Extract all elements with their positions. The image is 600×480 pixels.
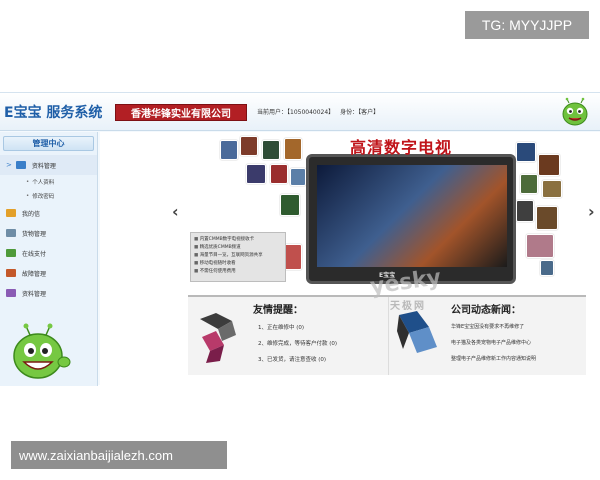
sidebar-item-profile[interactable]: > 资料管理 — [0, 155, 97, 175]
carousel-next-button[interactable]: › — [588, 202, 595, 221]
wrench-icon — [6, 269, 16, 277]
notice-item[interactable]: 2、维修完成，等待客户付款 (0) — [258, 339, 337, 347]
box-icon — [6, 229, 16, 237]
company-name-badge: 香港华锋实业有限公司 — [115, 104, 247, 121]
sidebar-item-label: 货物管理 — [22, 230, 47, 238]
sidebar-item-messages[interactable]: 我的信 — [0, 203, 97, 223]
banner-thumbnail — [540, 260, 554, 276]
sidebar-item-faults[interactable]: 故障管理 — [0, 263, 97, 283]
feature-list: 内置CMMB数字电视接收卡 精选优质CMMB频道 海量节目一览，互联网资源共享 … — [190, 232, 286, 282]
sidebar-item-payment[interactable]: 在线支付 — [0, 243, 97, 263]
news-title: 公司动态新闻： — [451, 305, 521, 316]
top-watermark: TG: MYYJJPP — [465, 11, 589, 39]
banner-thumbnail — [520, 174, 538, 194]
sidebar-item-documents[interactable]: 资料管理 — [0, 283, 97, 303]
sidebar-item-label: 资料管理 — [31, 162, 56, 170]
brand-title: E宝宝 服务系统 — [4, 105, 103, 121]
banner-title: 高清数字电视 — [350, 138, 453, 157]
banner-thumbnail — [220, 140, 238, 160]
folder-icon — [15, 161, 26, 169]
site-watermark-sub: 天极网 — [390, 301, 426, 312]
sidebar: 管理中心 > 资料管理 个人资料 修改密码 我的信 货物管理 在线支付 — [0, 132, 98, 386]
main-content: ‹ › E宝宝 高清数字电视 ■ 内置CMMB数字电视接收卡 ■ 精选优质CMM… — [100, 132, 600, 386]
doc-icon — [6, 289, 16, 297]
carousel-prev-button[interactable]: ‹ — [172, 202, 179, 221]
tv-device-image: E宝宝 — [306, 154, 516, 284]
feature-item: 内置CMMB数字电视接收卡 — [194, 236, 282, 244]
notice-panel: 友情提醒： 1、正在维修中 (0) 2、维修完成，等待客户付款 (0) 3、已发… — [188, 297, 388, 375]
news-item[interactable]: 电子猫及各类宠物电子产品维修中心 — [451, 339, 581, 346]
feature-item: 精选优质CMMB频道 — [194, 244, 282, 252]
banner-thumbnail — [280, 194, 300, 216]
sidebar-item-label: 资料管理 — [22, 290, 47, 298]
banner-thumbnail — [516, 200, 534, 222]
banner-thumbnail — [542, 180, 562, 198]
news-item[interactable]: 华锋E宝宝因没有要求不再维修了 — [451, 323, 581, 330]
banner-thumbnail — [526, 234, 554, 258]
notice-title: 友情提醒： — [253, 305, 303, 316]
banner-thumbnail — [290, 168, 306, 186]
banner-thumbnail — [262, 140, 280, 160]
news-logo-icon — [397, 311, 437, 353]
mascot-icon — [562, 97, 588, 126]
banner-thumbnail — [240, 136, 258, 156]
banner-thumbnail — [270, 164, 288, 184]
app-window: E宝宝 服务系统 香港华锋实业有限公司 当前用户：【1050040024】 身份… — [0, 92, 600, 386]
mail-icon — [6, 209, 16, 217]
sidebar-title: 管理中心 — [3, 136, 94, 151]
banner-thumbnail — [284, 138, 302, 160]
notice-item[interactable]: 3、已发货，请注意查收 (0) — [258, 355, 326, 363]
sidebar-item-label: 故障管理 — [22, 270, 47, 278]
sidebar-item-label: 我的信 — [22, 210, 41, 218]
bottom-watermark: www.zaixianbaijialezh.com — [11, 441, 227, 469]
banner-thumbnail — [516, 142, 536, 162]
feature-item: 海量节目一览，互联网资源共享 — [194, 252, 282, 260]
sidebar-subitem-change-password[interactable]: 修改密码 — [0, 189, 97, 203]
screenshot-frame: TG: MYYJJPP E宝宝 服务系统 香港华锋实业有限公司 当前用户：【10… — [0, 0, 600, 480]
payment-icon — [6, 249, 16, 257]
banner-thumbnail — [536, 206, 558, 230]
notice-item[interactable]: 1、正在维修中 (0) — [258, 323, 304, 331]
tv-screen — [317, 165, 507, 267]
sidebar-subitem-personal-info[interactable]: 个人资料 — [0, 175, 97, 189]
news-item[interactable]: 整理电子产品维修新工作内容通知说明 — [451, 355, 581, 362]
feature-item: 移动电视随时收看 — [194, 260, 282, 268]
cube-logo-icon — [200, 313, 236, 363]
chevron-right-icon: > — [6, 161, 12, 169]
feature-item: 不需任何使用费用 — [194, 268, 282, 276]
promo-banner[interactable]: E宝宝 高清数字电视 内置CMMB数字电视接收卡 精选优质CMMB频道 海量节目… — [190, 134, 575, 291]
sidebar-item-label: 在线支付 — [22, 250, 47, 258]
current-user-label: 当前用户：【1050040024】 — [257, 109, 335, 116]
banner-thumbnail — [538, 154, 560, 176]
sidebar-item-goods[interactable]: 货物管理 — [0, 223, 97, 243]
app-header: E宝宝 服务系统 香港华锋实业有限公司 当前用户：【1050040024】 身份… — [0, 93, 600, 131]
role-label: 身份：【客户】 — [340, 109, 380, 116]
user-info: 当前用户：【1050040024】 身份：【客户】 — [257, 107, 383, 116]
banner-thumbnail — [246, 164, 266, 184]
info-panel: 友情提醒： 1、正在维修中 (0) 2、维修完成，等待客户付款 (0) 3、已发… — [188, 295, 586, 375]
mascot-large-icon — [13, 323, 71, 379]
